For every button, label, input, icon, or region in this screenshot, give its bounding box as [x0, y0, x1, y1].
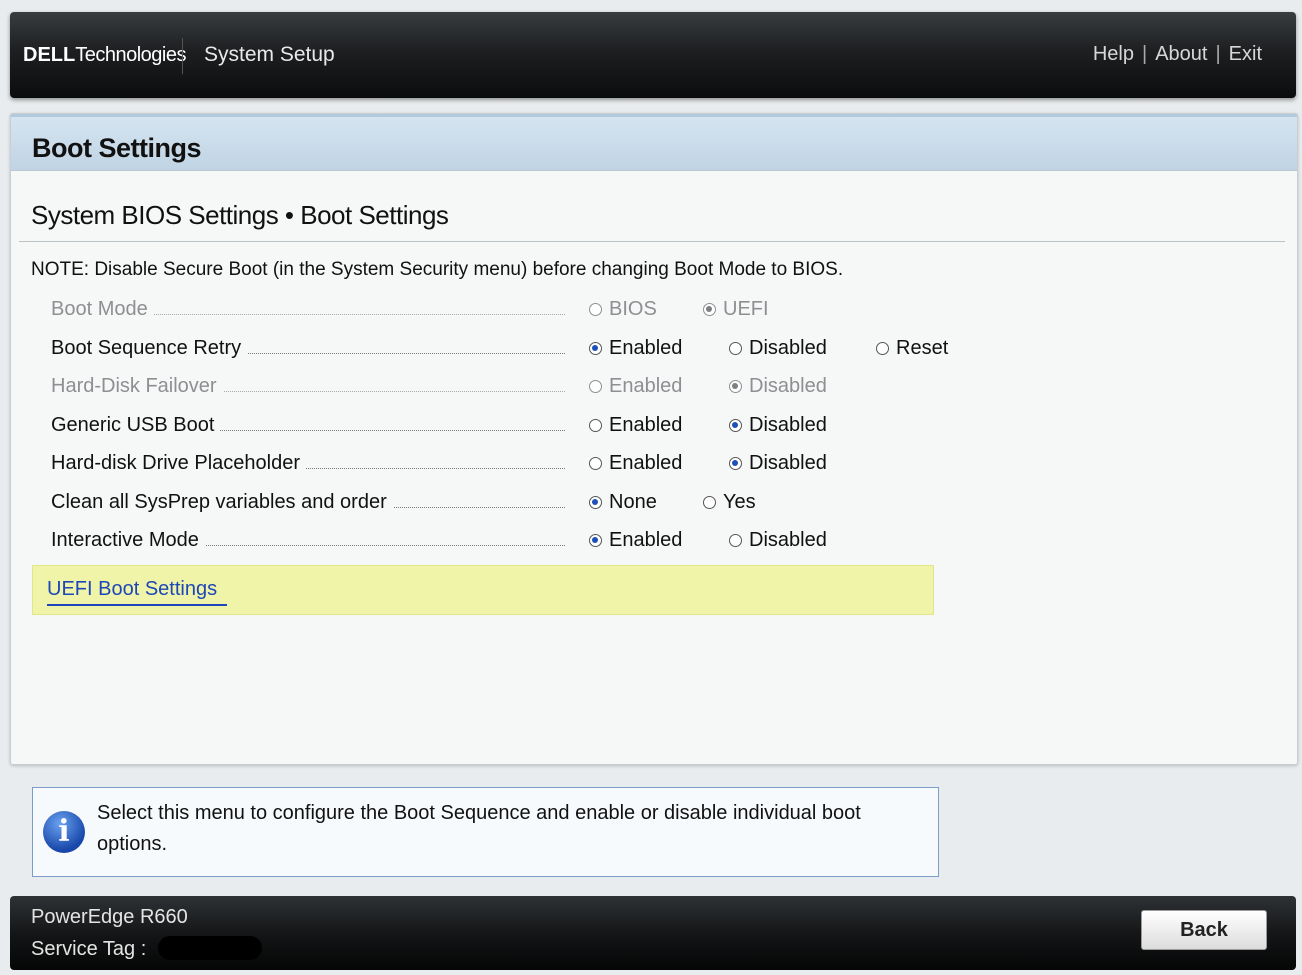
radio-option: Disabled	[729, 372, 827, 400]
radio-selected-icon	[729, 380, 742, 393]
setting-label: Interactive Mode	[51, 526, 565, 554]
boot-mode-note: NOTE: Disable Secure Boot (in the System…	[31, 259, 844, 280]
service-tag-label: Service Tag :	[31, 938, 147, 960]
radio-option: UEFI	[703, 295, 769, 323]
radio-empty-icon	[589, 380, 602, 393]
radio-selected-icon[interactable]	[589, 342, 602, 355]
info-icon: i	[43, 811, 85, 853]
radio-option-label: None	[609, 491, 657, 513]
setting-label-text: Interactive Mode	[51, 529, 205, 551]
radio-option: Enabled	[589, 372, 682, 400]
setting-label-text: Boot Mode	[51, 298, 154, 320]
radio-option[interactable]: Disabled	[729, 449, 827, 477]
radio-option-label: Disabled	[749, 414, 827, 436]
header-bar: DELLTechnologies System Setup Help | About…	[10, 12, 1296, 98]
radio-option[interactable]: Yes	[703, 488, 756, 516]
logo-tech-text: Technologies	[75, 44, 186, 66]
radio-option-label: Disabled	[749, 337, 827, 359]
radio-option-label: Disabled	[749, 452, 827, 474]
radio-option-label: Enabled	[609, 375, 683, 397]
system-model: PowerEdge R660	[31, 906, 188, 928]
radio-option: BIOS	[589, 295, 657, 323]
page-title: Boot Settings	[32, 133, 202, 163]
link-separator: |	[1141, 43, 1148, 65]
radio-option[interactable]: Disabled	[729, 334, 827, 362]
footer-bar: PowerEdge R660 Service Tag : Back	[10, 896, 1296, 970]
back-button[interactable]: Back	[1141, 910, 1267, 950]
setting-label-text: Generic USB Boot	[51, 414, 221, 436]
setting-label-text: Hard-disk Drive Placeholder	[51, 452, 306, 474]
radio-option[interactable]: Disabled	[729, 526, 827, 554]
exit-link[interactable]: Exit	[1229, 43, 1262, 65]
radio-selected-icon	[703, 303, 716, 316]
help-info-box: i Select this menu to configure the Boot…	[32, 787, 939, 877]
panel-titlebar: Boot Settings	[11, 114, 1297, 171]
radio-empty-icon[interactable]	[876, 342, 889, 355]
link-separator: |	[1215, 43, 1221, 65]
boot-settings-panel: Boot Settings System BIOS Settings • Boo…	[10, 113, 1298, 765]
setting-label-text: Clean all SysPrep variables and order	[51, 491, 393, 513]
radio-option-label: Disabled	[749, 375, 827, 397]
divider	[19, 241, 1285, 242]
help-text: Select this menu to configure the Boot S…	[97, 802, 861, 855]
radio-selected-icon[interactable]	[589, 534, 602, 547]
radio-empty-icon	[589, 303, 602, 316]
radio-option[interactable]: Enabled	[589, 334, 682, 362]
uefi-boot-settings-link[interactable]: UEFI Boot Settings	[47, 576, 228, 606]
dell-logo: DELLTechnologies	[23, 40, 186, 70]
radio-selected-icon[interactable]	[729, 457, 742, 470]
logo-dell-text: DELL	[23, 44, 76, 66]
radio-option-label: BIOS	[609, 298, 657, 320]
radio-option[interactable]: Enabled	[589, 526, 682, 554]
header-links: Help | About | Exit	[1093, 41, 1262, 67]
radio-option-label: Disabled	[749, 529, 827, 551]
setting-label: Hard-Disk Failover	[51, 372, 565, 400]
radio-selected-icon[interactable]	[589, 496, 602, 509]
radio-option-label: Reset	[896, 337, 949, 359]
radio-option-label: UEFI	[723, 298, 769, 320]
help-link[interactable]: Help	[1093, 43, 1134, 65]
radio-option[interactable]: Disabled	[729, 411, 827, 439]
setting-row: Interactive Mode Enabled Disabled	[51, 526, 951, 554]
setting-row: Hard-Disk Failover Enabled Disabled	[51, 372, 951, 400]
setting-label: Clean all SysPrep variables and order	[51, 488, 565, 516]
radio-option-label: Enabled	[609, 337, 683, 359]
setting-row: Boot Sequence Retry Enabled Disabled Reset	[51, 334, 951, 362]
radio-option-label: Enabled	[609, 414, 683, 436]
about-link[interactable]: About	[1155, 43, 1207, 65]
radio-option[interactable]: Enabled	[589, 449, 682, 477]
setting-label-text: Hard-Disk Failover	[51, 375, 223, 397]
setting-label-text: Boot Sequence Retry	[51, 337, 248, 359]
app-title: System Setup	[204, 43, 335, 66]
setting-label: Boot Mode	[51, 295, 565, 323]
breadcrumb: System BIOS Settings • Boot Settings	[31, 200, 449, 230]
radio-empty-icon[interactable]	[589, 457, 602, 470]
radio-empty-icon[interactable]	[589, 419, 602, 432]
radio-empty-icon[interactable]	[703, 496, 716, 509]
radio-empty-icon[interactable]	[729, 342, 742, 355]
header-divider	[182, 38, 183, 74]
setting-row: Clean all SysPrep variables and order Non…	[51, 488, 951, 516]
setting-label: Hard-disk Drive Placeholder	[51, 449, 565, 477]
setting-label: Generic USB Boot	[51, 411, 565, 439]
radio-empty-icon[interactable]	[729, 534, 742, 547]
radio-option[interactable]: None	[589, 488, 657, 516]
radio-option-label: Enabled	[609, 452, 683, 474]
uefi-boot-settings-item[interactable]: UEFI Boot Settings	[32, 565, 934, 615]
radio-option[interactable]: Reset	[876, 334, 948, 362]
service-tag-redacted	[158, 936, 262, 960]
radio-option[interactable]: Enabled	[589, 411, 682, 439]
setting-row: Boot Mode BIOS UEFI	[51, 295, 951, 323]
radio-option-label: Yes	[723, 491, 756, 513]
setting-row: Hard-disk Drive Placeholder Enabled Disabl…	[51, 449, 951, 477]
setting-row: Generic USB Boot Enabled Disabled	[51, 411, 951, 439]
radio-option-label: Enabled	[609, 529, 683, 551]
setting-label: Boot Sequence Retry	[51, 334, 565, 362]
radio-selected-icon[interactable]	[729, 419, 742, 432]
